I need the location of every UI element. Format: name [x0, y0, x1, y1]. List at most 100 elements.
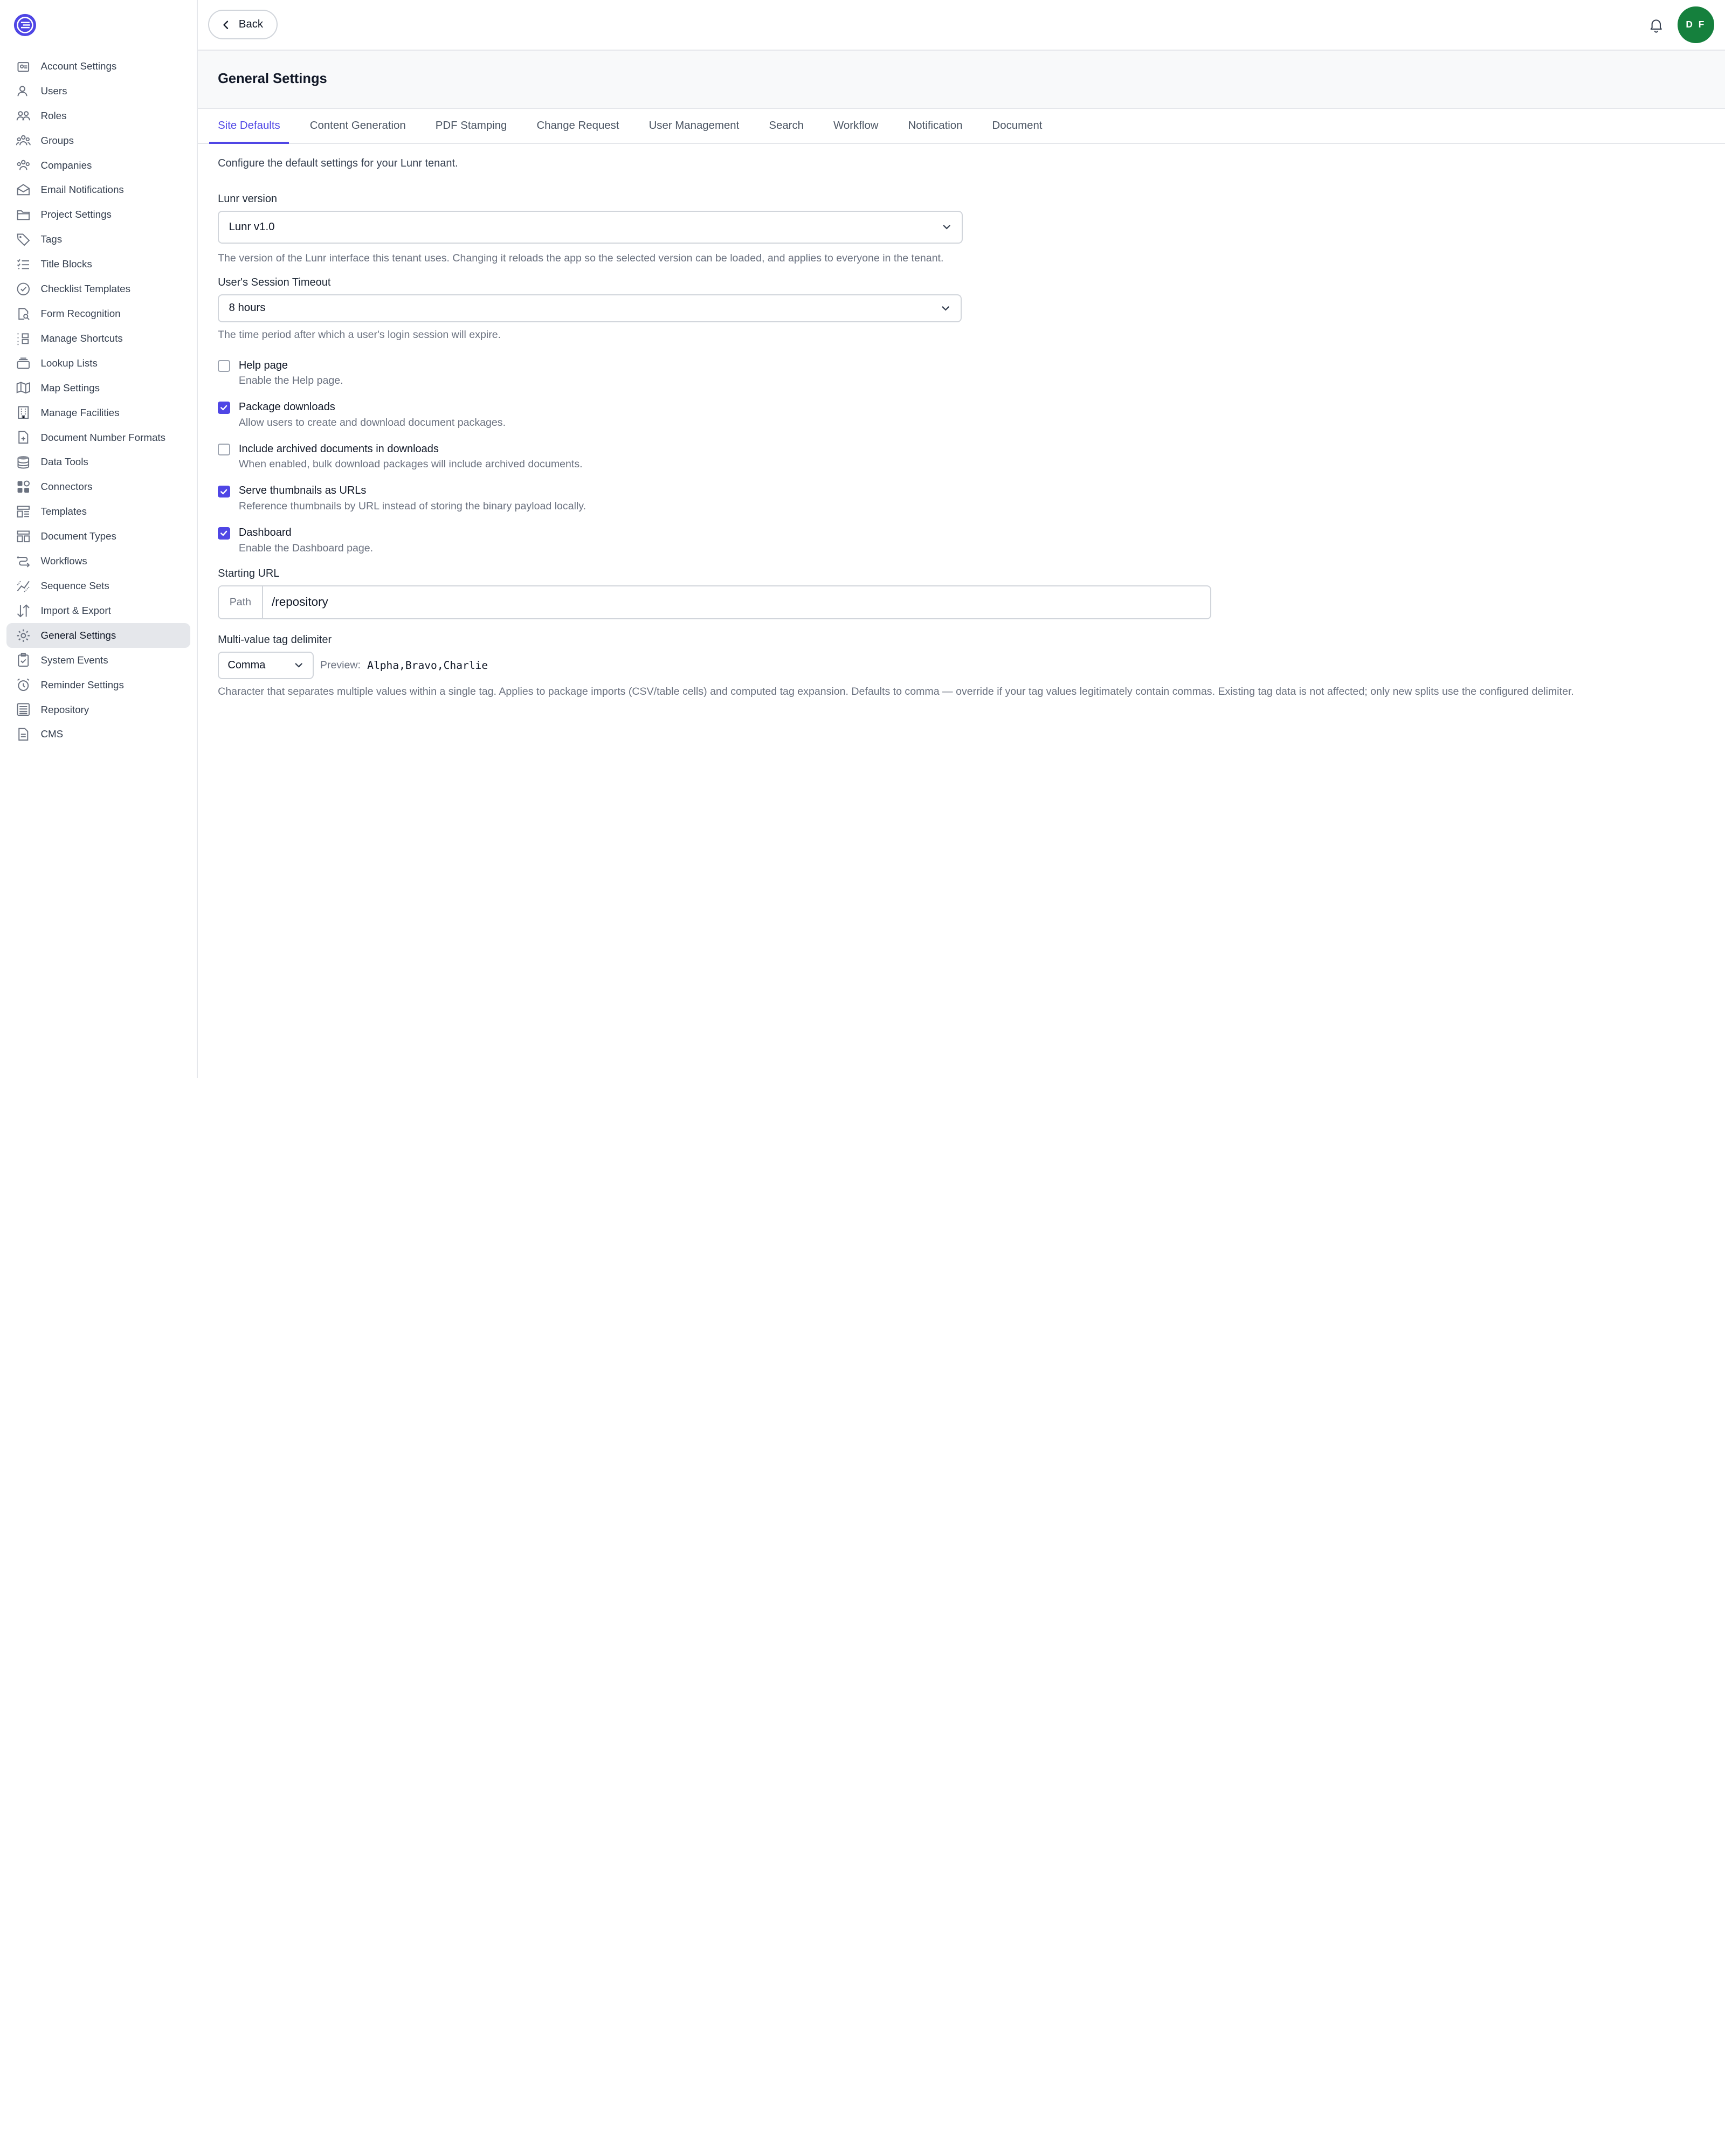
sidebar-item-label: Reminder Settings: [40, 679, 124, 690]
chevron-down-icon: [942, 306, 949, 311]
sidebar-item-manage-shortcuts[interactable]: Manage Shortcuts: [6, 326, 190, 351]
tab-change-request[interactable]: Change Request: [528, 109, 628, 143]
site-defaults-panel: Configure the default settings for your …: [198, 144, 1725, 714]
sidebar-item-companies[interactable]: Companies: [6, 153, 190, 178]
lunr-version-help: The version of the Lunr interface this t…: [218, 252, 944, 265]
bell-icon[interactable]: [1648, 17, 1665, 33]
alarm-icon: [16, 677, 31, 693]
sidebar-item-connectors[interactable]: Connectors: [6, 474, 190, 499]
sidebar-item-roles[interactable]: Roles: [6, 103, 190, 128]
sidebar-item-import-export[interactable]: Import & Export: [6, 598, 190, 623]
lunr-version-label: Lunr version: [218, 192, 278, 205]
list-icon: [16, 257, 31, 272]
sidebar-item-label: Import & Export: [40, 604, 111, 616]
sidebar-item-general-settings[interactable]: General Settings: [6, 623, 191, 648]
checkbox[interactable]: [218, 402, 230, 414]
delimiter-help: Character that separates multiple values…: [218, 685, 1574, 697]
sidebar-item-lookup-lists[interactable]: Lookup Lists: [6, 351, 190, 376]
back-button[interactable]: Back: [208, 10, 278, 40]
connectors-icon: [16, 479, 31, 495]
shortcuts-icon: [16, 331, 31, 347]
sidebar-item-label: Manage Facilities: [40, 406, 120, 418]
checkbox-title: Help page: [238, 359, 288, 371]
checkbox[interactable]: [218, 360, 230, 372]
sidebar-item-account-settings[interactable]: Account Settings: [6, 54, 190, 79]
tag-icon: [16, 232, 31, 247]
checkbox-description: Enable the Help page.: [238, 375, 343, 387]
checkbox-title: Package downloads: [238, 401, 335, 413]
templates-icon: [16, 504, 31, 520]
sidebar-item-label: Workflows: [40, 555, 87, 567]
lunr-version-value: Lunr v1.0: [229, 220, 275, 233]
checkbox[interactable]: [218, 443, 230, 456]
tab-pdf-stamping[interactable]: PDF Stamping: [426, 109, 515, 143]
tab-notification[interactable]: Notification: [899, 109, 971, 143]
sidebar-item-document-types[interactable]: Document Types: [6, 524, 190, 549]
delimiter-label: Multi-value tag delimiter: [218, 633, 332, 646]
sidebar-item-label: Roles: [40, 109, 67, 121]
sidebar-item-sequence-sets[interactable]: Sequence Sets: [6, 573, 190, 598]
checkbox-text: Serve thumbnails as URLs Reference thumbn…: [239, 483, 586, 514]
sidebar-item-project-settings[interactable]: Project Settings: [6, 202, 190, 227]
sidebar-item-form-recognition[interactable]: Form Recognition: [6, 301, 190, 326]
sidebar-item-label: Form Recognition: [40, 308, 121, 319]
session-timeout-select[interactable]: 8 hours: [218, 294, 962, 322]
settings-tabs: Site Defaults Content Generation PDF Stamp…: [198, 109, 1725, 144]
checkbox-text: Help page Enable the Help page.: [239, 358, 343, 389]
sidebar-item-checklist-templates[interactable]: Checklist Templates: [6, 277, 190, 301]
sidebar-item-label: CMS: [40, 728, 64, 740]
sidebar-item-users[interactable]: Users: [6, 79, 190, 103]
sidebar-item-repository[interactable]: Repository: [6, 697, 190, 722]
sidebar-item-groups[interactable]: Groups: [6, 128, 190, 153]
app-logo-icon[interactable]: [13, 13, 37, 37]
folder-icon: [16, 207, 31, 223]
intro-text: Configure the default settings for your …: [218, 157, 458, 169]
tab-workflow[interactable]: Workflow: [825, 109, 887, 143]
sidebar-item-map-settings[interactable]: Map Settings: [6, 376, 190, 400]
sidebar-item-label: Map Settings: [40, 382, 100, 393]
feature-checkboxes: Help page Enable the Help page. Package do…: [218, 358, 1705, 556]
session-timeout-value: 8 hours: [229, 302, 266, 314]
delimiter-select[interactable]: Comma: [218, 651, 314, 679]
tab-user-management[interactable]: User Management: [640, 109, 748, 143]
delimiter-preview-label: Preview:: [320, 659, 361, 671]
sidebar-item-templates[interactable]: Templates: [6, 499, 190, 524]
clipboard-check-icon: [16, 652, 31, 668]
sidebar-item-tags[interactable]: Tags: [6, 227, 190, 252]
file-text-icon: [16, 727, 31, 742]
delimiter-value: Comma: [227, 659, 266, 671]
starting-url-label: Starting URL: [218, 567, 280, 579]
check-circle-icon: [16, 281, 31, 297]
checkbox[interactable]: [218, 527, 230, 540]
sidebar-item-label: Tags: [40, 233, 63, 245]
avatar[interactable]: D F: [1678, 6, 1714, 43]
tab-content-generation[interactable]: Content Generation: [301, 109, 415, 143]
checkbox-title: Include archived documents in downloads: [238, 443, 439, 455]
repository-icon: [16, 702, 31, 717]
checkbox-text: Include archived documents in downloads W…: [239, 442, 583, 473]
sidebar-item-label: Templates: [40, 506, 87, 517]
starting-url-field: Path /repository: [218, 585, 1211, 620]
form-search-icon: [16, 306, 31, 322]
delimiter-preview-value: Alpha,Bravo,Charlie: [367, 659, 488, 672]
lunr-version-select[interactable]: Lunr v1.0: [218, 210, 963, 244]
checkbox-text: Dashboard Enable the Dashboard page.: [239, 526, 373, 556]
starting-url-input[interactable]: /repository: [263, 586, 1210, 618]
checkbox-row-help-page: Help page Enable the Help page.: [218, 358, 1705, 389]
sidebar-item-document-number-formats[interactable]: Document Number Formats: [6, 425, 190, 450]
checkbox[interactable]: [218, 485, 230, 497]
sidebar-item-system-events[interactable]: System Events: [6, 648, 190, 673]
tab-site-defaults[interactable]: Site Defaults: [209, 109, 289, 144]
sidebar-item-reminder-settings[interactable]: Reminder Settings: [6, 673, 190, 697]
sidebar-item-email-notifications[interactable]: Email Notifications: [6, 178, 190, 203]
sidebar-item-data-tools[interactable]: Data Tools: [6, 450, 190, 474]
sidebar-item-title-blocks[interactable]: Title Blocks: [6, 252, 190, 277]
sidebar-item-manage-facilities[interactable]: Manage Facilities: [6, 400, 190, 425]
tab-search[interactable]: Search: [760, 109, 812, 143]
document-types-icon: [16, 529, 31, 544]
sidebar-item-workflows[interactable]: Workflows: [6, 549, 190, 573]
companies-icon: [16, 157, 31, 173]
sidebar-item-label: Companies: [40, 159, 92, 171]
tab-document[interactable]: Document: [983, 109, 1051, 143]
sidebar-item-cms[interactable]: CMS: [6, 722, 190, 747]
